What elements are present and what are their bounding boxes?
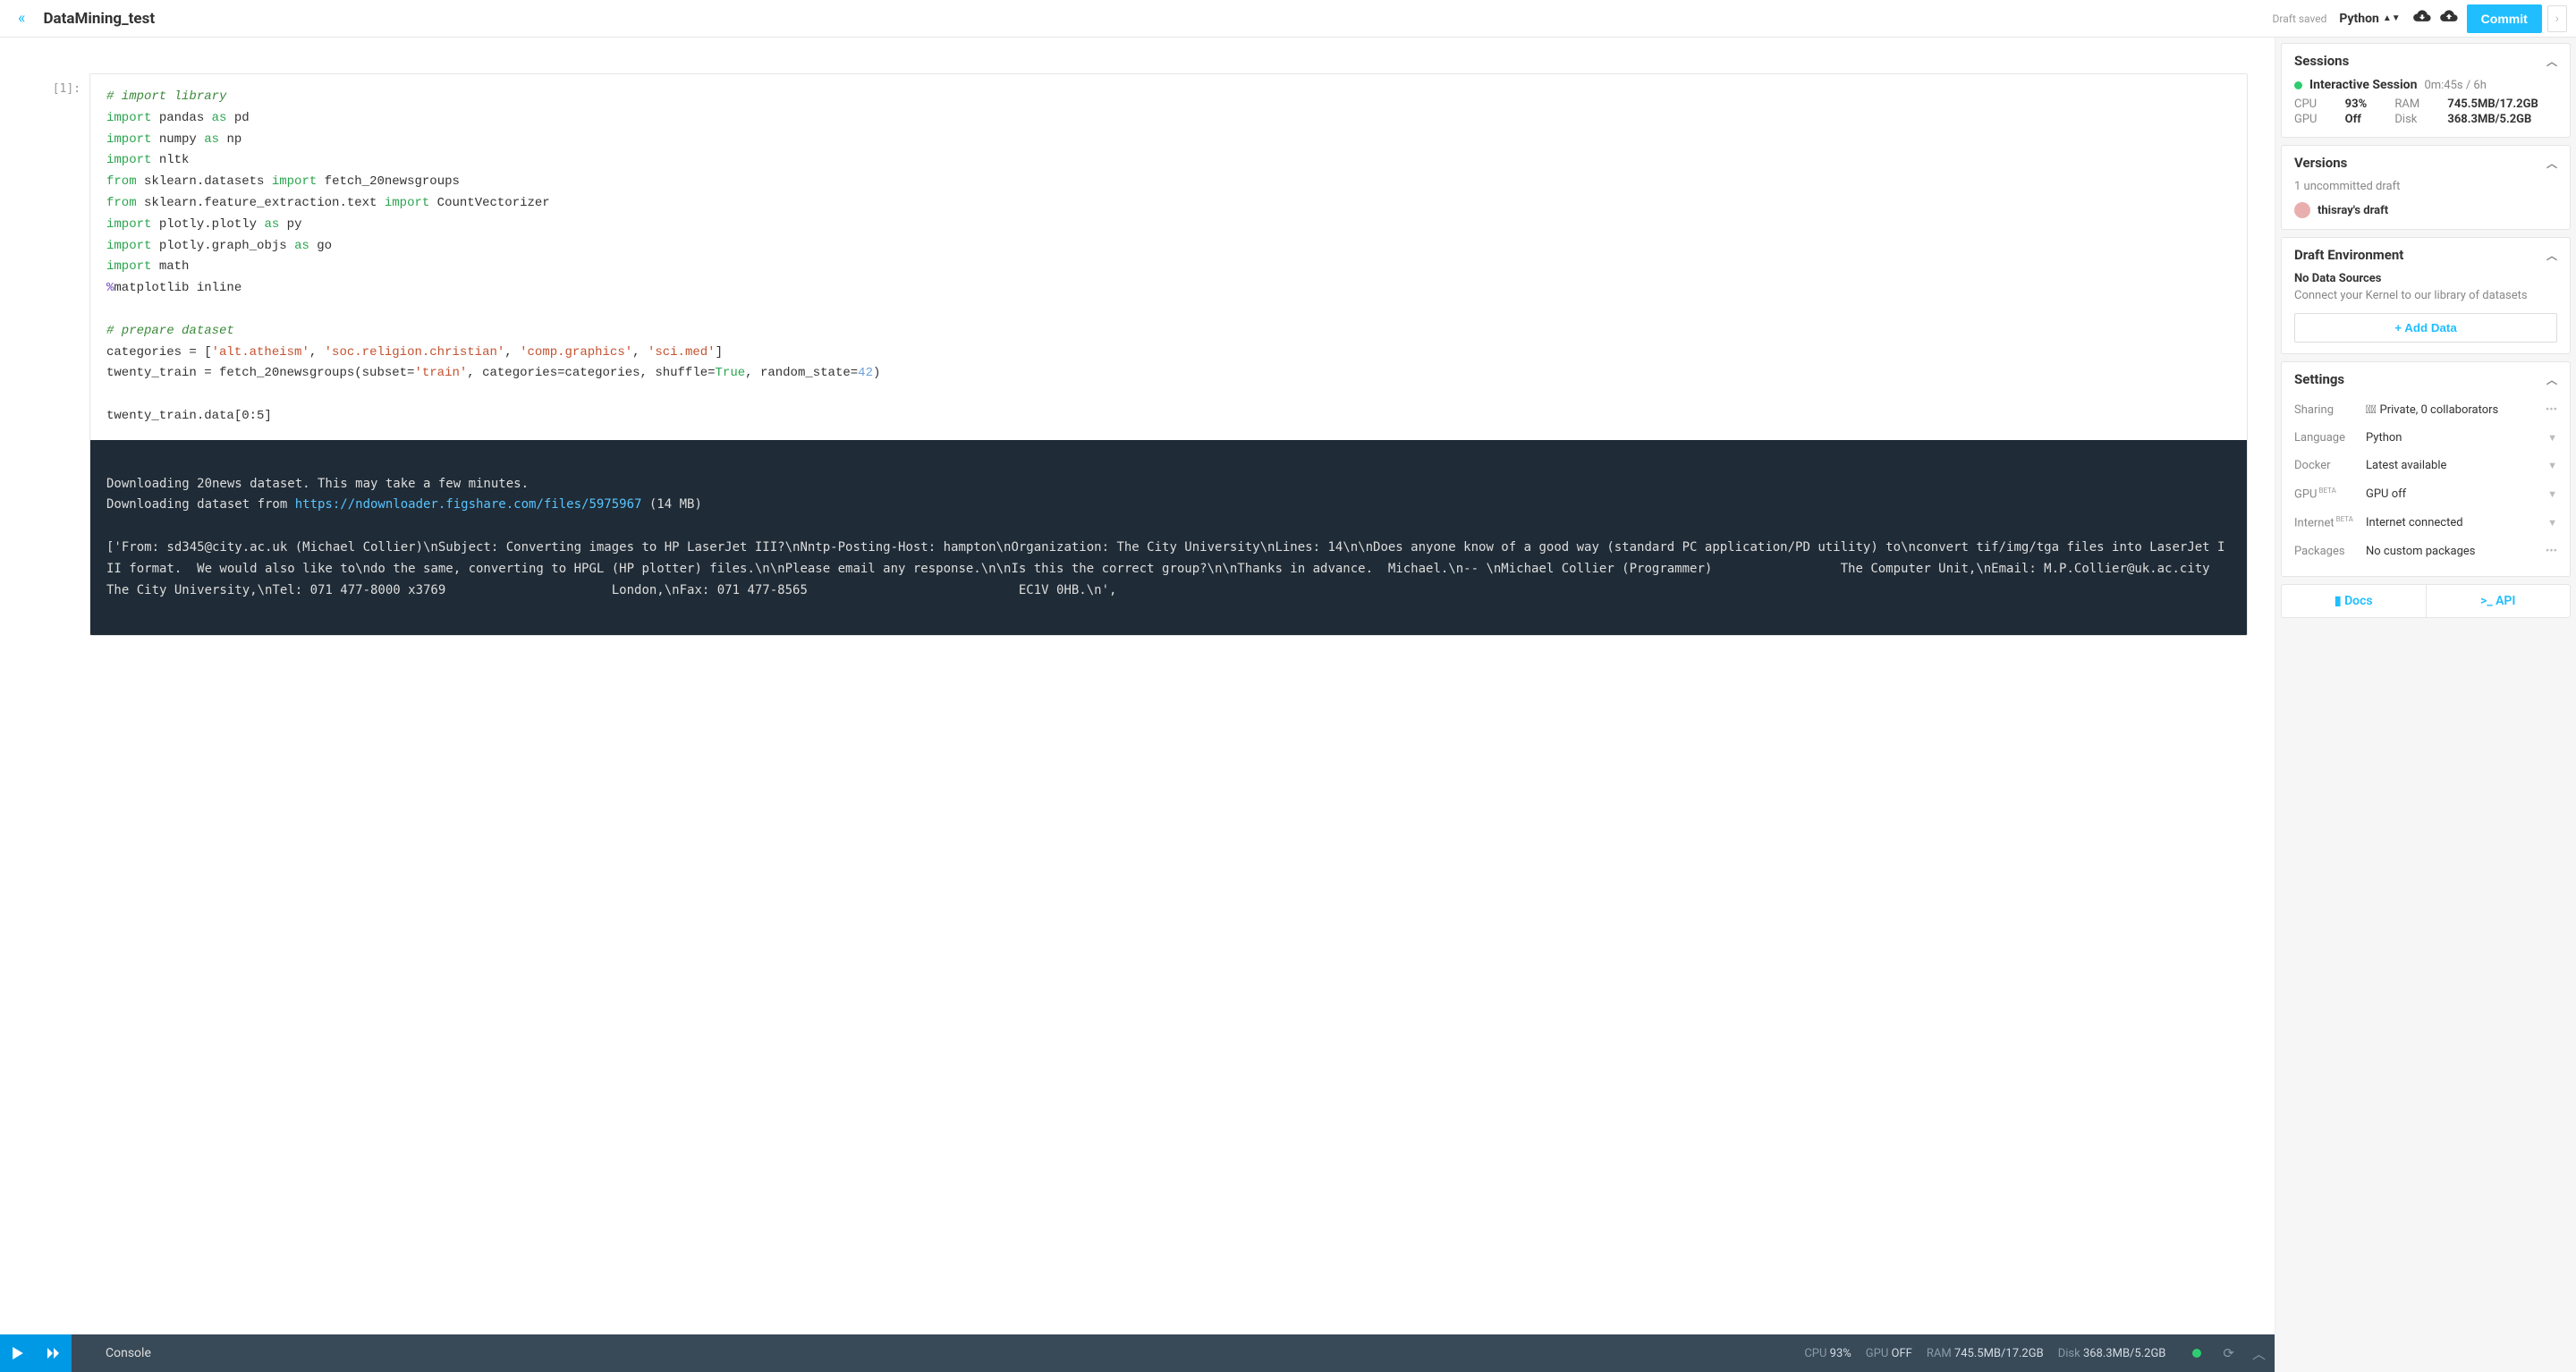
- download-url-link[interactable]: https://ndownloader.figshare.com/files/5…: [295, 497, 642, 512]
- versions-panel-header[interactable]: Versions︿: [2282, 146, 2570, 180]
- collapse-sidebar-icon[interactable]: «: [9, 9, 34, 28]
- docs-button[interactable]: ▮ Docs: [2282, 585, 2426, 617]
- editor-header: « DataMining_test Draft saved Python▲▼ C…: [0, 0, 2576, 38]
- chevron-up-icon: ︿: [2546, 372, 2557, 387]
- language-selector[interactable]: Python▲▼: [2339, 12, 2400, 26]
- draft-version-row[interactable]: thisray's draft: [2294, 202, 2557, 218]
- internet-setting[interactable]: InternetBETA Internet connected▼: [2294, 508, 2557, 537]
- right-sidebar: Sessions︿ Interactive Session 0m:45s / 6…: [2275, 38, 2576, 1372]
- add-data-button[interactable]: + Add Data: [2294, 313, 2557, 343]
- code-cell[interactable]: # import library import pandas as pd imp…: [89, 73, 2248, 636]
- packages-setting[interactable]: Packages No custom packages •••: [2294, 538, 2557, 565]
- chevron-down-icon: ▼: [2547, 432, 2557, 444]
- chevron-up-icon: ︿: [2546, 248, 2557, 263]
- console-label[interactable]: Console: [89, 1346, 167, 1360]
- session-status-icon: [2294, 81, 2302, 89]
- console-bar: Console CPU 93% GPU OFF RAM 745.5MB/17.2…: [0, 1334, 2275, 1372]
- notebook-title[interactable]: DataMining_test: [43, 10, 155, 28]
- settings-panel: Settings︿ Sharing 👁⃠Private, 0 collabora…: [2281, 361, 2571, 577]
- chevron-up-icon: ︿: [2546, 54, 2557, 69]
- draft-environment-panel: Draft Environment︿ No Data Sources Conne…: [2281, 237, 2571, 354]
- docker-setting[interactable]: Docker Latest available▼: [2294, 452, 2557, 479]
- cloud-download-icon[interactable]: [2413, 9, 2431, 28]
- more-icon[interactable]: •••: [2546, 403, 2557, 417]
- cell-prompt: [1]:: [18, 73, 89, 636]
- chevron-down-icon: ▼: [2547, 460, 2557, 471]
- next-button[interactable]: ›: [2547, 5, 2567, 32]
- cell-output: Downloading 20news dataset. This may tak…: [90, 440, 2247, 635]
- notebook-scroll[interactable]: [1]: # import library import pandas as p…: [0, 38, 2275, 1334]
- refresh-icon[interactable]: ⟳: [2223, 1345, 2234, 1361]
- gpu-setting[interactable]: GPUBETA GPU off▼: [2294, 479, 2557, 508]
- more-icon[interactable]: •••: [2546, 545, 2557, 558]
- run-all-button[interactable]: [36, 1334, 72, 1372]
- settings-panel-header[interactable]: Settings︿: [2282, 362, 2570, 396]
- chevron-down-icon: ▼: [2547, 517, 2557, 529]
- sessions-panel: Sessions︿ Interactive Session 0m:45s / 6…: [2281, 43, 2571, 138]
- private-icon: 👁⃠: [2366, 403, 2377, 417]
- draft-environment-header[interactable]: Draft Environment︿: [2282, 238, 2570, 272]
- kernel-status-icon: [2192, 1349, 2201, 1358]
- versions-panel: Versions︿ 1 uncommitted draft thisray's …: [2281, 145, 2571, 230]
- expand-console-icon[interactable]: ︿: [2252, 1344, 2266, 1363]
- sessions-panel-header[interactable]: Sessions︿: [2282, 44, 2570, 78]
- api-button[interactable]: >_ API: [2426, 585, 2571, 617]
- avatar-icon: [2294, 202, 2310, 218]
- commit-button[interactable]: Commit: [2467, 4, 2542, 33]
- chevron-up-icon: ︿: [2546, 156, 2557, 171]
- draft-saved-label: Draft saved: [2273, 13, 2327, 25]
- code-editor[interactable]: # import library import pandas as pd imp…: [90, 74, 2247, 440]
- run-button[interactable]: [0, 1334, 36, 1372]
- language-setting[interactable]: Language Python▼: [2294, 424, 2557, 452]
- cloud-upload-icon[interactable]: [2440, 9, 2458, 28]
- sharing-setting[interactable]: Sharing 👁⃠Private, 0 collaborators •••: [2294, 396, 2557, 424]
- chevron-down-icon: ▼: [2547, 488, 2557, 500]
